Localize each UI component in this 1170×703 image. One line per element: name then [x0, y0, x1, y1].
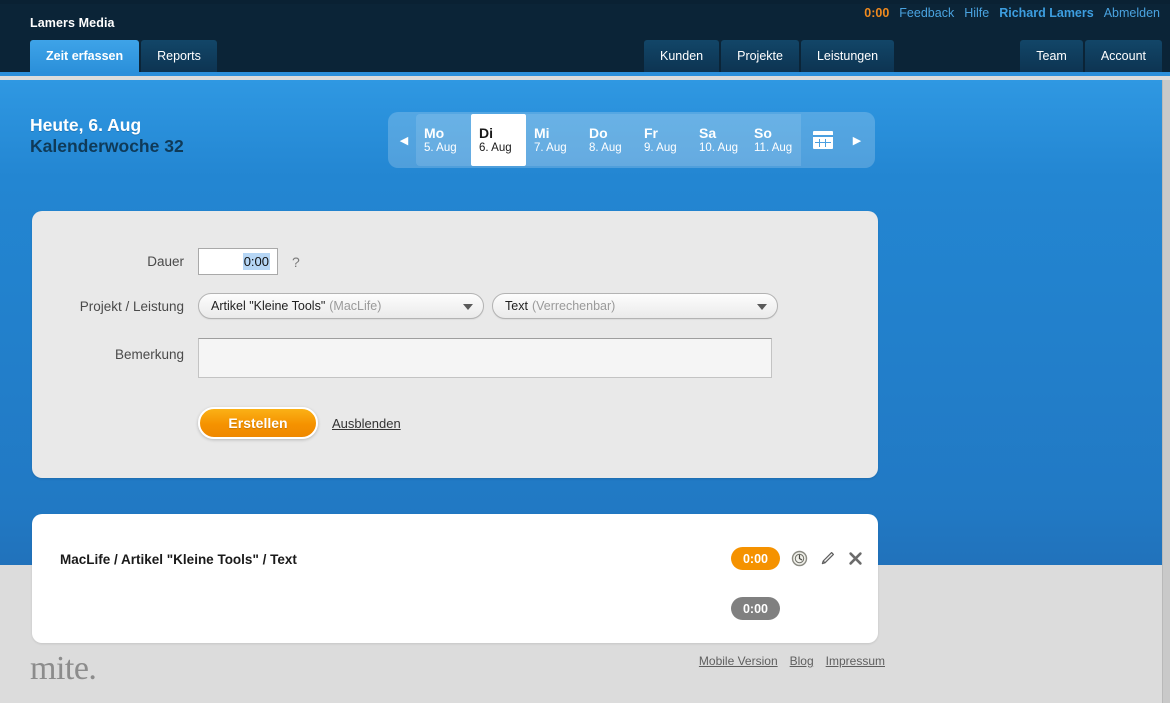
mite-logo: mite.	[30, 650, 97, 687]
day-weekday: So	[754, 125, 772, 141]
service-select-value: Text	[505, 299, 528, 313]
day-item-di[interactable]: Di 6. Aug	[471, 114, 526, 166]
footer-link-impressum[interactable]: Impressum	[826, 654, 885, 668]
help-question-icon[interactable]: ?	[292, 254, 300, 270]
day-item-do[interactable]: Do 8. Aug	[581, 114, 636, 166]
hide-link[interactable]: Ausblenden	[332, 416, 401, 431]
tab-zeit-erfassen[interactable]: Zeit erfassen	[30, 40, 140, 72]
day-item-mi[interactable]: Mi 7. Aug	[526, 114, 581, 166]
nav-group-right: Team Account	[1020, 40, 1164, 72]
project-service-row: Projekt / Leistung Artikel "Kleine Tools…	[38, 293, 778, 319]
app-header: Lamers Media 0:00 Feedback Hilfe Richard…	[0, 4, 1170, 76]
timer-icon[interactable]	[790, 550, 808, 568]
tab-projekte[interactable]: Projekte	[721, 40, 799, 72]
project-select-customer: (MacLife)	[329, 299, 382, 313]
day-date: 9. Aug	[644, 142, 677, 154]
footer-links: Mobile Version Blog Impressum	[699, 654, 885, 668]
header-timer[interactable]: 0:00	[864, 6, 889, 20]
form-actions: Erstellen Ausblenden	[198, 407, 401, 439]
tab-reports[interactable]: Reports	[141, 40, 217, 72]
entry-title: MacLife / Artikel "Kleine Tools" / Text	[60, 552, 297, 567]
footer-link-mobile-version[interactable]: Mobile Version	[699, 654, 778, 668]
day-item-so[interactable]: So 11. Aug	[746, 114, 801, 166]
chevron-down-icon	[757, 304, 767, 310]
footer-link-blog[interactable]: Blog	[790, 654, 814, 668]
tab-team[interactable]: Team	[1020, 40, 1083, 72]
note-label: Bemerkung	[114, 347, 184, 362]
create-button[interactable]: Erstellen	[198, 407, 318, 439]
entry-controls: 0:00	[730, 547, 864, 570]
day-date: 5. Aug	[424, 142, 457, 154]
pencil-icon[interactable]	[818, 550, 836, 568]
duration-value: 0:00	[242, 253, 270, 270]
day-date: 6. Aug	[479, 142, 512, 154]
day-weekday: Mi	[534, 125, 550, 141]
next-week-arrow-icon[interactable]: ▶	[845, 114, 869, 166]
day-selector: ◀ Mo 5. Aug Di 6. Aug Mi 7. Aug Do 8. Au…	[388, 112, 875, 168]
calendar-week-label: Kalenderwoche 32	[30, 136, 184, 156]
nav-group-middle: Kunden Projekte Leistungen	[644, 40, 896, 72]
help-link[interactable]: Hilfe	[964, 6, 989, 20]
day-list: Mo 5. Aug Di 6. Aug Mi 7. Aug Do 8. Aug …	[416, 114, 801, 166]
day-weekday: Do	[589, 125, 608, 141]
calendar-picker-button[interactable]	[801, 114, 845, 166]
day-item-fr[interactable]: Fr 9. Aug	[636, 114, 691, 166]
day-item-sa[interactable]: Sa 10. Aug	[691, 114, 746, 166]
today-label: Heute, 6. Aug	[30, 115, 142, 135]
time-entry-list: MacLife / Artikel "Kleine Tools" / Text …	[32, 514, 878, 643]
close-icon[interactable]	[846, 550, 864, 568]
duration-row: Dauer 0:00 ?	[38, 248, 300, 275]
calendar-icon	[813, 131, 833, 149]
primary-nav: Zeit erfassen Reports Kunden Projekte Le…	[0, 40, 1170, 72]
day-date: 11. Aug	[754, 142, 793, 154]
date-heading: Heute, 6. Aug Kalenderwoche 32	[30, 115, 184, 157]
brand-label: Lamers Media	[30, 16, 115, 30]
time-entry-form: Dauer 0:00 ? Projekt / Leistung Artikel …	[32, 211, 878, 478]
service-select-meta: (Verrechenbar)	[531, 299, 616, 313]
chevron-down-icon	[463, 304, 473, 310]
day-date: 7. Aug	[534, 142, 567, 154]
entry-duration-badge[interactable]: 0:00	[730, 547, 780, 570]
duration-label: Dauer	[147, 254, 184, 269]
entry-total-wrapper: 0:00	[730, 597, 780, 620]
project-service-label: Projekt / Leistung	[79, 298, 184, 314]
day-weekday: Di	[479, 125, 493, 141]
day-weekday: Fr	[644, 125, 658, 141]
nav-group-left: Zeit erfassen Reports	[30, 40, 219, 72]
service-select[interactable]: Text (Verrechenbar)	[492, 293, 778, 319]
page-right-gutter	[1162, 80, 1170, 703]
logout-link[interactable]: Abmelden	[1104, 6, 1160, 20]
user-name-link[interactable]: Richard Lamers	[999, 6, 1093, 20]
note-row: Bemerkung	[38, 338, 772, 378]
day-weekday: Mo	[424, 125, 445, 141]
project-select-value: Artikel "Kleine Tools"	[211, 299, 326, 313]
tab-account[interactable]: Account	[1084, 40, 1162, 72]
day-item-mo[interactable]: Mo 5. Aug	[416, 114, 471, 166]
day-weekday: Sa	[699, 125, 717, 141]
tab-kunden[interactable]: Kunden	[644, 40, 720, 72]
duration-input[interactable]: 0:00	[198, 248, 278, 275]
day-date: 8. Aug	[589, 142, 622, 154]
utility-bar: 0:00 Feedback Hilfe Richard Lamers Abmel…	[864, 6, 1160, 20]
tab-leistungen[interactable]: Leistungen	[800, 40, 895, 72]
app-root: Lamers Media 0:00 Feedback Hilfe Richard…	[0, 0, 1170, 703]
project-select[interactable]: Artikel "Kleine Tools" (MacLife)	[198, 293, 484, 319]
entry-total-badge: 0:00	[730, 597, 780, 620]
prev-week-arrow-icon[interactable]: ◀	[392, 114, 416, 166]
day-date: 10. Aug	[699, 142, 739, 154]
note-input[interactable]	[198, 338, 772, 378]
feedback-link[interactable]: Feedback	[899, 6, 954, 20]
